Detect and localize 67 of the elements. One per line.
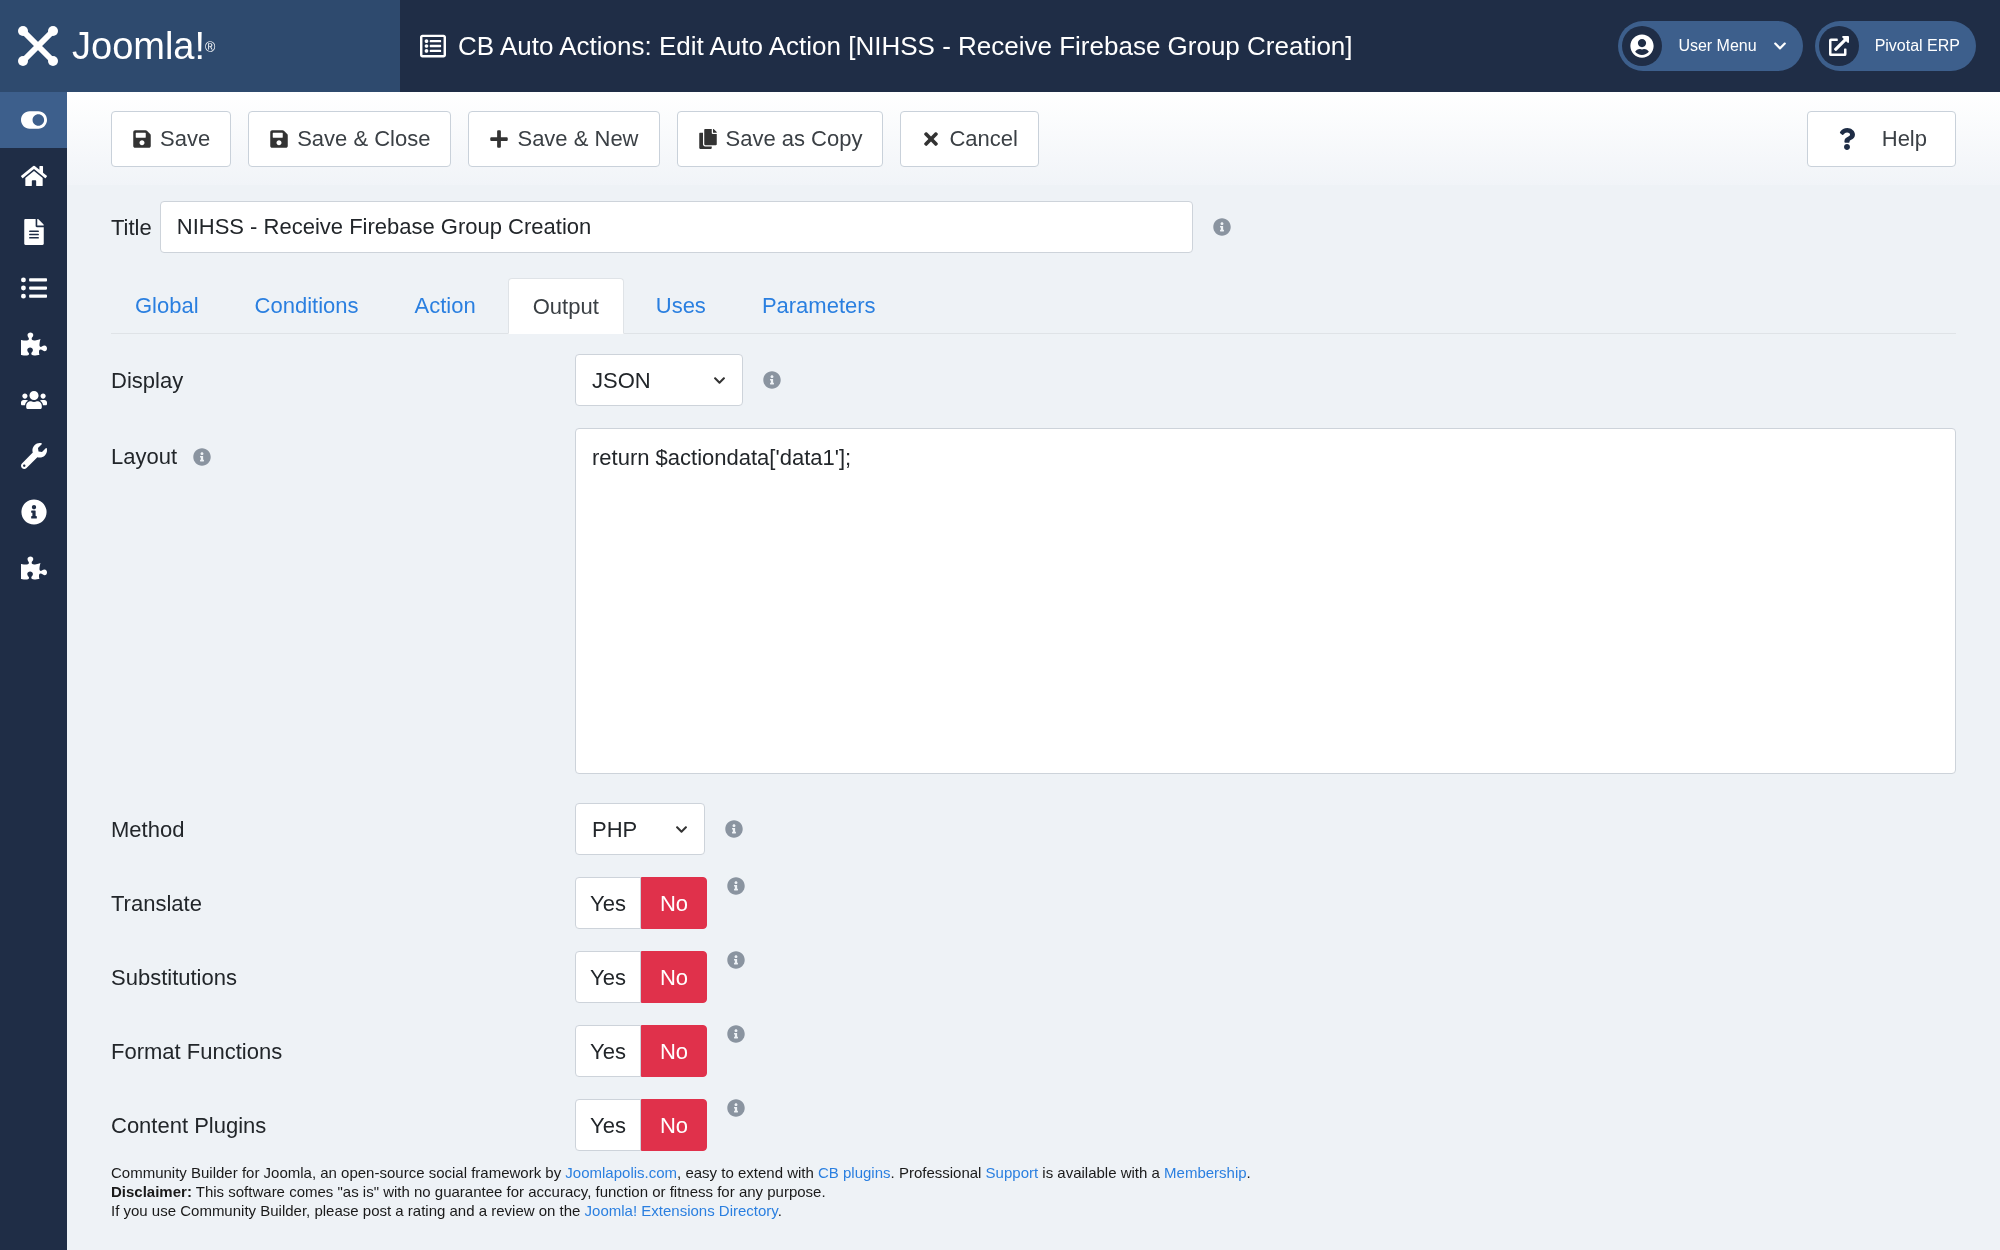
info-icon — [727, 877, 745, 895]
puzzle-icon — [20, 331, 47, 357]
toolbar-button[interactable]: Cancel — [900, 110, 1039, 167]
plus-icon — [489, 128, 510, 149]
site-link-button[interactable]: Pivotal ERP — [1814, 21, 1976, 71]
toggle-option[interactable]: Yes — [575, 1025, 641, 1077]
toggle-option[interactable]: Yes — [575, 877, 641, 929]
sidebar-item[interactable] — [0, 92, 67, 148]
toolbar-button[interactable]: Save & New — [468, 110, 660, 167]
save-icon — [269, 128, 290, 149]
tab[interactable]: Conditions — [230, 277, 383, 333]
toggle-option[interactable]: No — [641, 1099, 707, 1151]
info-icon — [727, 1025, 745, 1043]
home-icon — [20, 163, 47, 189]
tab[interactable]: Global — [111, 277, 223, 333]
info-icon — [727, 951, 745, 969]
wrench-icon — [20, 443, 47, 469]
toolbar-button[interactable]: Save — [111, 110, 232, 167]
footer-link[interactable]: Membership — [1164, 1164, 1247, 1181]
info-icon — [1212, 218, 1231, 236]
footer-text: Community Builder for Joomla, an open-source social framework by Joomlapolis.com, easy to extend with CB plugins. Professional Support is available with a Membership. — [111, 1163, 1252, 1182]
field-label: Content Plugins — [111, 1111, 267, 1140]
footer-link[interactable]: Joomla! Extensions Directory — [584, 1202, 778, 1219]
code-textarea[interactable]: return $actiondata['data1']; — [575, 428, 1956, 774]
footer-text: If you use Community Builder, please post a rating and a review on the Joomla! Extensions Directory. — [111, 1201, 783, 1220]
list-icon — [420, 33, 446, 59]
toggle-option[interactable]: No — [641, 1025, 707, 1077]
toolbar-button[interactable]: Save & Close — [248, 110, 452, 167]
puzzle-icon — [20, 555, 47, 581]
footer-text: Disclaimer: This software comes "as is" with no guarantee for accuracy, function or fitness for any purpose. — [111, 1182, 827, 1201]
field-label: Layout — [111, 443, 178, 471]
logo-icon — [16, 24, 60, 68]
info-icon — [20, 499, 47, 525]
logo-text: Joomla!$^{®}$ — [72, 23, 216, 69]
tab[interactable]: Parameters — [737, 277, 900, 333]
external-link-icon — [1818, 26, 1859, 66]
toggle-option[interactable]: No — [641, 951, 707, 1003]
field-label: Display — [111, 366, 184, 395]
tab[interactable]: Uses — [631, 277, 730, 333]
help-button[interactable]: Help — [1806, 110, 1956, 167]
toggle-option[interactable]: Yes — [575, 1099, 641, 1151]
toolbar-button[interactable]: Save as Copy — [676, 110, 884, 167]
title-label: Title — [111, 213, 152, 242]
field-label: Method — [111, 815, 185, 844]
field-label: Format Functions — [111, 1037, 283, 1066]
footer-link[interactable]: Joomlapolis.com — [565, 1164, 678, 1181]
info-icon — [763, 371, 781, 389]
dropdown[interactable]: PHP — [575, 803, 705, 855]
page-title: CB Auto Actions: Edit Auto Action [NIHSS - Receive Firebase Group Creation] — [458, 29, 1353, 63]
title-input[interactable]: NIHSS - Receive Firebase Group Creation — [159, 201, 1193, 253]
copy-icon — [697, 128, 718, 149]
info-icon — [727, 1099, 745, 1117]
dropdown[interactable]: JSON — [575, 354, 743, 406]
avatar-icon — [1622, 26, 1663, 66]
user-menu-button[interactable]: User Menu — [1618, 21, 1803, 71]
info-icon — [725, 820, 743, 838]
field-label: Substitutions — [111, 963, 237, 992]
list-icon — [20, 275, 47, 301]
footer-link[interactable]: CB plugins — [818, 1164, 891, 1181]
toggle-option[interactable]: No — [641, 877, 707, 929]
footer-link[interactable]: Support — [985, 1164, 1039, 1181]
tab[interactable]: Action — [390, 277, 500, 333]
toggle-option[interactable]: Yes — [575, 951, 641, 1003]
info-icon — [193, 447, 212, 466]
tab[interactable]: Output — [507, 278, 624, 334]
field-label: Translate — [111, 889, 202, 918]
save-icon — [132, 128, 152, 149]
